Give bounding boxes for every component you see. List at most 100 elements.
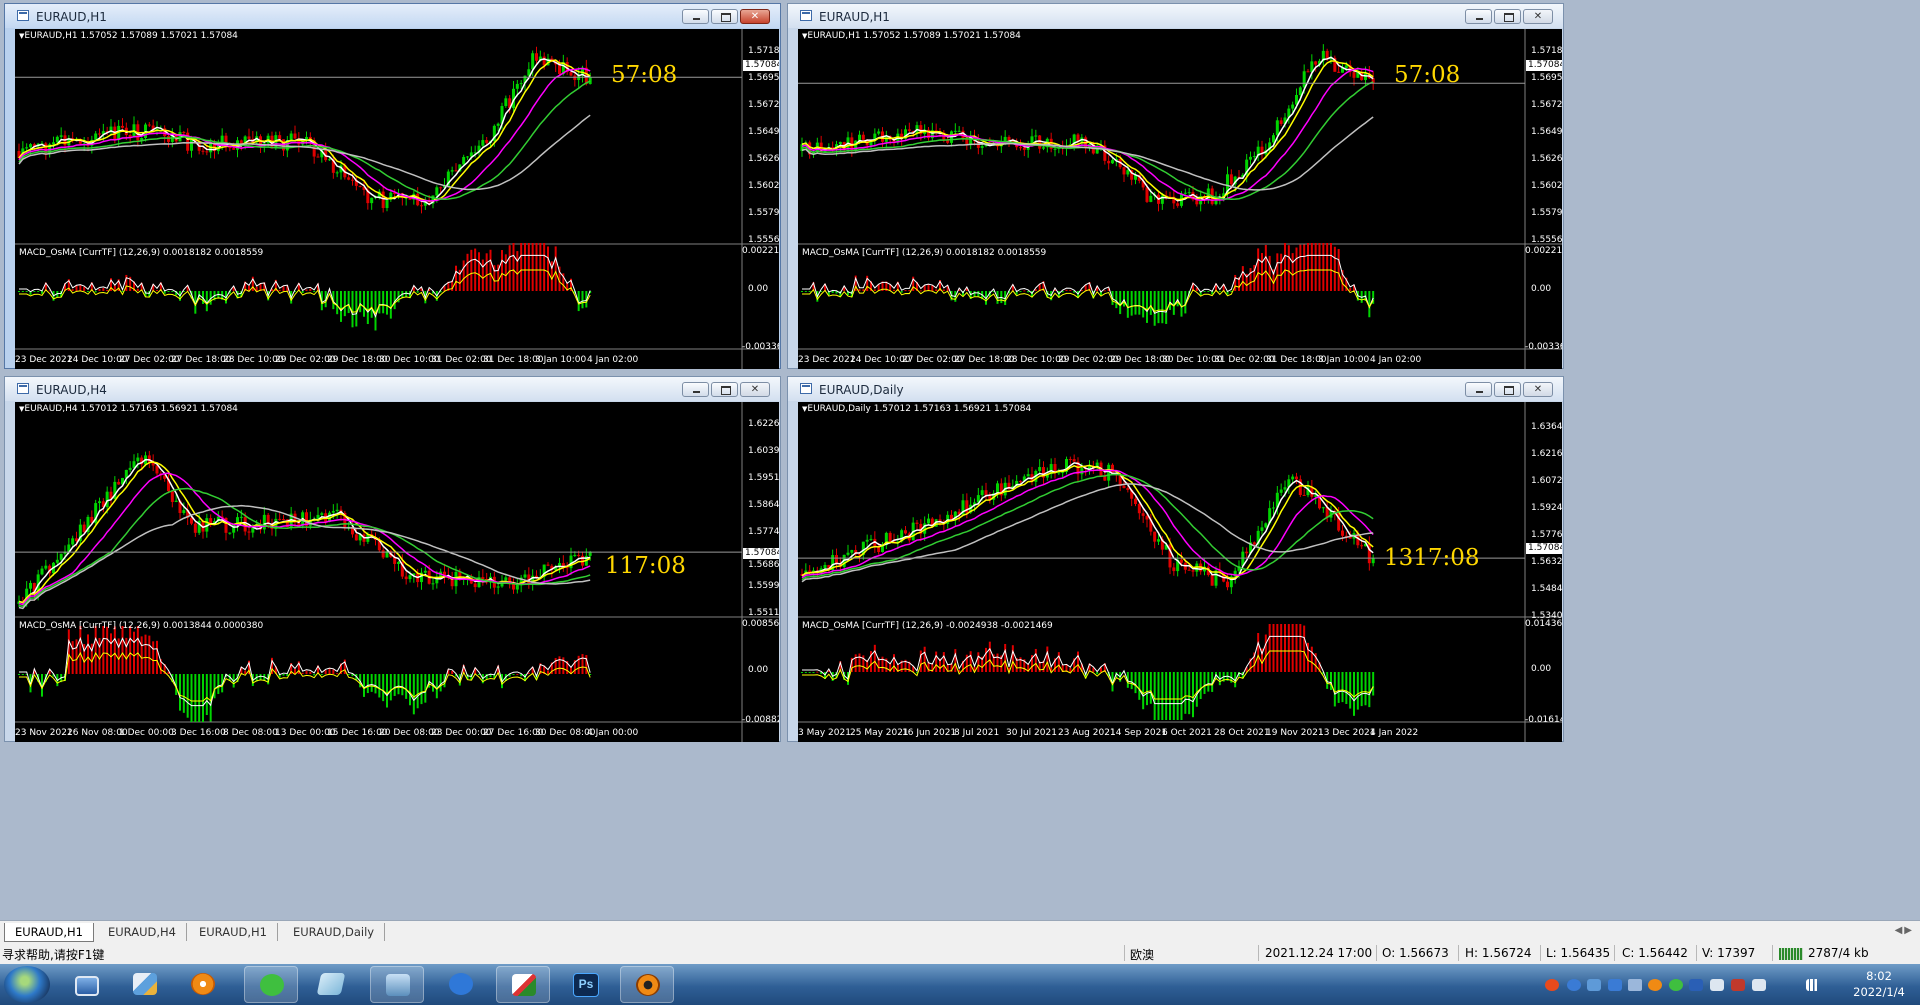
help-tray-icon[interactable] (1567, 979, 1581, 991)
close-button[interactable] (740, 382, 770, 397)
macd-histogram-bar (1333, 246, 1336, 291)
taskbar-monitor-app[interactable] (60, 966, 114, 1003)
status-volume: V: 17397 (1702, 946, 1756, 960)
window-titlebar[interactable]: EURAUD,H1 (788, 4, 1563, 28)
macd-histogram-bar (801, 672, 803, 673)
start-button[interactable] (4, 966, 50, 1003)
chart-tab-euraud-h4[interactable]: EURAUD,H4 (98, 923, 187, 941)
window-titlebar[interactable]: EURAUD,H1 (5, 4, 780, 28)
minimize-button[interactable] (1465, 382, 1492, 397)
chart-window-euraud-h4[interactable]: EURAUD,H4 EURAUD,H4 1.57012 1.57163 1.56… (4, 376, 781, 742)
price-axis-label: 1.56865 (748, 560, 779, 570)
moving-average-line (801, 67, 1374, 201)
maximize-button[interactable] (1494, 9, 1521, 24)
time-axis-label: 3 Jan 10:00 (535, 355, 587, 365)
chart-area[interactable]: EURAUD,H4 1.57012 1.57163 1.56921 1.5708… (15, 402, 779, 742)
price-axis-label: 1.62160 (1531, 449, 1562, 459)
chart-tab-euraud-h1-second[interactable]: EURAUD,H1 (189, 923, 278, 941)
security-tray-icon[interactable] (1628, 979, 1642, 991)
network-status-icon[interactable] (1731, 979, 1745, 991)
candle-body (397, 562, 400, 564)
macd-histogram-bar (182, 674, 185, 713)
close-button[interactable] (740, 9, 770, 24)
macd-histogram-bar (1280, 253, 1283, 291)
window-titlebar[interactable]: EURAUD,H4 (5, 377, 780, 401)
minimize-button[interactable] (682, 382, 709, 397)
chart-window-euraud-h1[interactable]: EURAUD,H1 EURAUD,H1 1.57052 1.57089 1.57… (4, 3, 781, 369)
chart-window-euraud-daily[interactable]: EURAUD,Daily EURAUD,Daily 1.57012 1.5716… (787, 376, 1564, 742)
chart-area[interactable]: EURAUD,H1 1.57052 1.57089 1.57021 1.5708… (798, 29, 1562, 369)
close-button[interactable] (1523, 382, 1553, 397)
macd-histogram-bar (366, 291, 369, 325)
sogou-ime-icon[interactable] (1545, 979, 1559, 991)
wechat-tray-icon[interactable] (1669, 979, 1683, 991)
maximize-button[interactable] (711, 9, 738, 24)
candle-body (1291, 476, 1295, 480)
macd-histogram-bar (378, 674, 381, 698)
chart-area[interactable]: EURAUD,H1 1.57052 1.57089 1.57021 1.5708… (15, 29, 779, 369)
taskbar-network-app[interactable] (370, 966, 424, 1003)
taskbar-pen-app[interactable] (434, 966, 488, 1003)
candle-body (55, 136, 59, 143)
candle-body (136, 457, 140, 462)
candle-body (1245, 551, 1249, 554)
macd-histogram-bar (309, 671, 312, 674)
macd-histogram-bar (1326, 243, 1329, 291)
candle-body (247, 531, 251, 533)
macd-histogram-bar (1184, 672, 1187, 714)
maximize-button[interactable] (711, 382, 738, 397)
bluetooth-tray-icon[interactable] (1689, 979, 1703, 991)
taskbar-trader-app[interactable] (620, 966, 674, 1003)
candle-body (431, 583, 435, 585)
candle-body (59, 135, 63, 137)
taskbar-photoshop-app[interactable]: Ps (558, 966, 612, 1003)
chart-tab-euraud-daily[interactable]: EURAUD,Daily (283, 923, 386, 941)
settings-tray-icon[interactable] (1587, 979, 1601, 991)
maximize-button[interactable] (1494, 382, 1521, 397)
macd-histogram-bar (908, 290, 911, 292)
macd-histogram-bar (113, 626, 116, 674)
close-button[interactable] (1523, 9, 1553, 24)
minimize-button[interactable] (1465, 9, 1492, 24)
chart-tab-euraud-h1[interactable]: EURAUD,H1 (4, 923, 94, 942)
candle-body (155, 465, 159, 474)
orange-tray-icon[interactable] (1648, 979, 1662, 991)
moving-average-line (801, 483, 1374, 583)
chart-window-euraud-h1-copy[interactable]: EURAUD,H1 EURAUD,H1 1.57052 1.57089 1.57… (787, 3, 1564, 369)
taskbar-paint-app[interactable] (496, 966, 550, 1003)
macd-axis-label: -0.0088294 (742, 715, 779, 725)
sound-mute-icon[interactable] (1752, 979, 1766, 991)
wifi-signal-icon[interactable] (1806, 979, 1820, 991)
taskbar-control-panel-app[interactable] (118, 966, 172, 1003)
clock-date: 2022/1/4 (1853, 985, 1905, 999)
candle-body (496, 586, 500, 588)
taskbar-clock[interactable]: 8:02 2022/1/4 (1842, 968, 1916, 1000)
macd-histogram-bar (1119, 291, 1122, 315)
chart-canvas[interactable] (798, 402, 1562, 742)
status-divider (1772, 945, 1773, 961)
candle-body (1072, 459, 1076, 462)
taskbar-notes-app[interactable] (304, 966, 358, 1003)
shield-tray-icon[interactable] (1608, 979, 1622, 991)
candle-body (1038, 135, 1042, 149)
macd-histogram-bar (1207, 291, 1210, 292)
candle-body (316, 156, 320, 158)
chart-area[interactable]: EURAUD,Daily 1.57012 1.57163 1.56921 1.5… (798, 402, 1562, 742)
candle-body (262, 514, 266, 530)
macd-histogram-bar (393, 674, 396, 696)
tab-scroll-arrows-icon[interactable]: ◀▶ (1895, 925, 1914, 936)
candle-body (52, 142, 55, 145)
candle-body (347, 177, 351, 180)
window-titlebar[interactable]: EURAUD,Daily (788, 377, 1563, 401)
candle-body (55, 559, 59, 563)
connection-status-icon[interactable] (1779, 948, 1803, 960)
minimize-button[interactable] (682, 9, 709, 24)
macd-histogram-bar (931, 285, 934, 291)
volume-icon[interactable] (1710, 979, 1724, 991)
macd-histogram-bar (98, 637, 101, 674)
taskbar-wechat-app[interactable] (244, 966, 298, 1003)
candle-body (381, 191, 385, 208)
taskbar-orange-swirl-app[interactable] (176, 966, 230, 1003)
candle-body (420, 205, 423, 207)
price-axis-label: 1.56025 (1531, 181, 1562, 191)
